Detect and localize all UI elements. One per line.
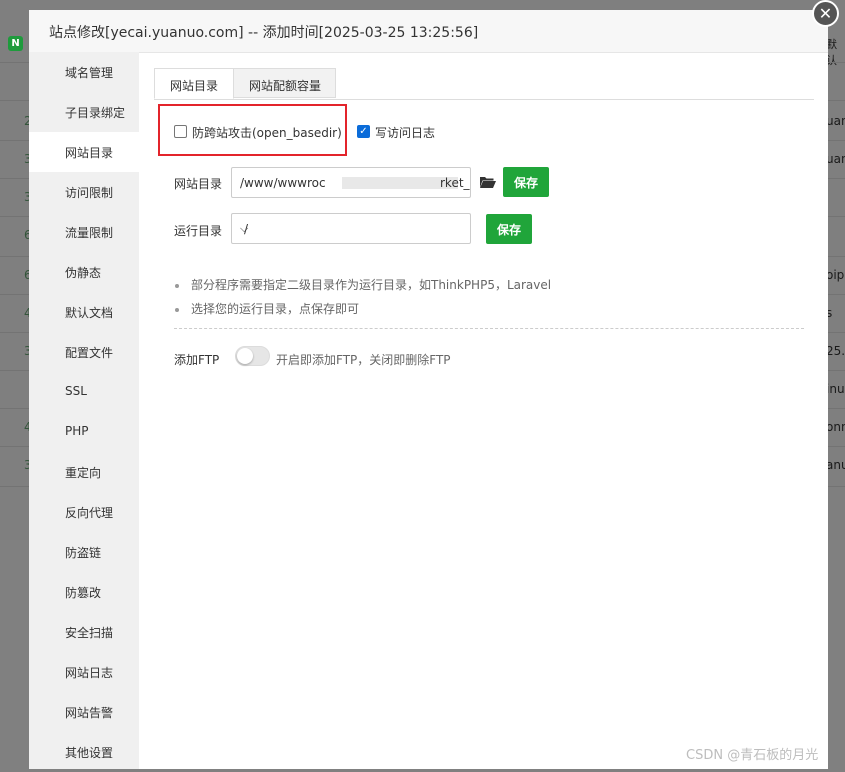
sidebar-item-site-logs[interactable]: 网站日志 [29, 652, 139, 692]
sidebar-item-label: 反向代理 [65, 506, 114, 520]
sidebar-item-default-doc[interactable]: 默认文档 [29, 292, 139, 332]
modal-title-bar: 站点修改[yecai.yuanuo.com] -- 添加时间[2025-03-2… [29, 10, 828, 53]
sidebar-item-label: 流量限制 [65, 226, 114, 240]
sidebar-item-label: 域名管理 [65, 66, 114, 80]
sidebar-item-config-file[interactable]: 配置文件 [29, 332, 139, 372]
bg-header-text: 默认 [826, 38, 837, 67]
tab-site-quota[interactable]: 网站配额容量 [233, 68, 336, 98]
sidebar-item-label: 网站日志 [65, 666, 114, 680]
bg-cell: 25.2 [826, 344, 845, 358]
run-dir-label: 运行目录 [174, 224, 223, 238]
sidebar-item-label: PHP [65, 424, 89, 438]
bg-cell: inuo [826, 382, 845, 396]
folder-open-icon[interactable] [480, 176, 496, 188]
bg-cell: onno [826, 420, 845, 434]
sidebar-item-other-settings[interactable]: 其他设置 [29, 732, 139, 772]
sidebar-item-label: 其他设置 [65, 746, 114, 760]
sidebar-item-traffic-limit[interactable]: 流量限制 [29, 212, 139, 252]
site-dir-value: /www/wwwroc [240, 176, 326, 190]
tip-text: 选择您的运行目录，点保存即可 [191, 302, 360, 316]
sidebar-item-ssl[interactable]: SSL [29, 372, 139, 412]
ftp-hint: 开启即添加FTP，关闭即删除FTP [276, 353, 451, 367]
sidebar-item-access-limit[interactable]: 访问限制 [29, 172, 139, 212]
bg-cell: uanu [826, 152, 845, 166]
toggle-knob [237, 348, 253, 364]
site-dir-label: 网站目录 [174, 177, 223, 191]
sidebar-item-label: 配置文件 [65, 346, 114, 360]
watermark: CSDN @青石板的月光 [686, 748, 819, 763]
button-label: 保存 [497, 223, 522, 237]
sidebar-item-label: 重定向 [65, 466, 102, 480]
modal-title: 站点修改[yecai.yuanuo.com] -- 添加时间[2025-03-2… [49, 25, 479, 41]
chevron-down-icon: ⌵ [240, 222, 249, 235]
sidebar-item-label: 网站告警 [65, 706, 114, 720]
save-run-dir-button[interactable]: 保存 [486, 214, 532, 244]
sidebar-item-php[interactable]: PHP [29, 412, 139, 452]
close-icon[interactable]: ✕ [812, 0, 839, 27]
bg-cell: anuo [826, 458, 845, 472]
access-log-checkbox[interactable]: ✓ [357, 125, 370, 138]
sidebar-item-label: 网站目录 [65, 146, 114, 160]
tab-site-directory[interactable]: 网站目录 [154, 68, 234, 99]
site-dir-value-tail: rket_ [440, 176, 470, 190]
access-log-label: 写访问日志 [375, 126, 436, 140]
sidebar-item-redirect[interactable]: 重定向 [29, 452, 139, 492]
tab-label: 网站目录 [170, 79, 219, 93]
tab-bar: 网站目录 网站配额容量 [154, 68, 814, 100]
site-dir-input[interactable]: /www/wwwroc rket_ [231, 167, 471, 198]
run-dir-select[interactable]: / ⌵ [231, 213, 471, 244]
bg-cell: uanu [826, 114, 845, 128]
sidebar-item-domain[interactable]: 域名管理 [29, 52, 139, 92]
save-site-dir-button[interactable]: 保存 [503, 167, 549, 197]
tab-label: 网站配额容量 [249, 79, 322, 93]
ftp-toggle[interactable] [235, 346, 270, 366]
anti-cross-site-checkbox[interactable] [174, 125, 187, 138]
sidebar-item-reverse-proxy[interactable]: 反向代理 [29, 492, 139, 532]
sidebar-item-label: 子目录绑定 [65, 106, 126, 120]
sidebar-item-rewrite[interactable]: 伪静态 [29, 252, 139, 292]
sidebar-item-site-directory[interactable]: 网站目录 [29, 132, 139, 172]
tip-text: 部分程序需要指定二级目录作为运行目录，如ThinkPHP5，Laravel [191, 278, 552, 292]
anti-cross-site-label: 防跨站攻击(open_basedir) [192, 126, 342, 140]
sidebar-item-label: 默认文档 [65, 306, 114, 320]
sidebar-item-site-alerts[interactable]: 网站告警 [29, 692, 139, 732]
sidebar-item-tamper-proof[interactable]: 防篡改 [29, 572, 139, 612]
tip-item: 部分程序需要指定二级目录作为运行目录，如ThinkPHP5，Laravel [175, 276, 551, 293]
sidebar-item-security-scan[interactable]: 安全扫描 [29, 612, 139, 652]
sidebar-item-label: 防盗链 [65, 546, 102, 560]
tip-item: 选择您的运行目录，点保存即可 [175, 300, 359, 317]
sidebar-item-label: 安全扫描 [65, 626, 114, 640]
button-label: 保存 [514, 176, 539, 190]
sidebar-item-label: 访问限制 [65, 186, 114, 200]
ftp-label: 添加FTP [174, 353, 220, 367]
sidebar-item-label: 伪静态 [65, 266, 102, 280]
divider [174, 328, 804, 329]
sidebar-item-subdir-binding[interactable]: 子目录绑定 [29, 92, 139, 132]
sidebar-item-label: SSL [65, 384, 87, 398]
bg-cell: oip [826, 268, 845, 282]
sidebar: 域名管理 子目录绑定 网站目录 访问限制 流量限制 伪静态 默认文档 配置文件 … [29, 52, 139, 769]
sidebar-item-hotlink[interactable]: 防盗链 [29, 532, 139, 572]
nginx-logo-icon: N [8, 36, 23, 51]
sidebar-item-label: 防篡改 [65, 586, 102, 600]
